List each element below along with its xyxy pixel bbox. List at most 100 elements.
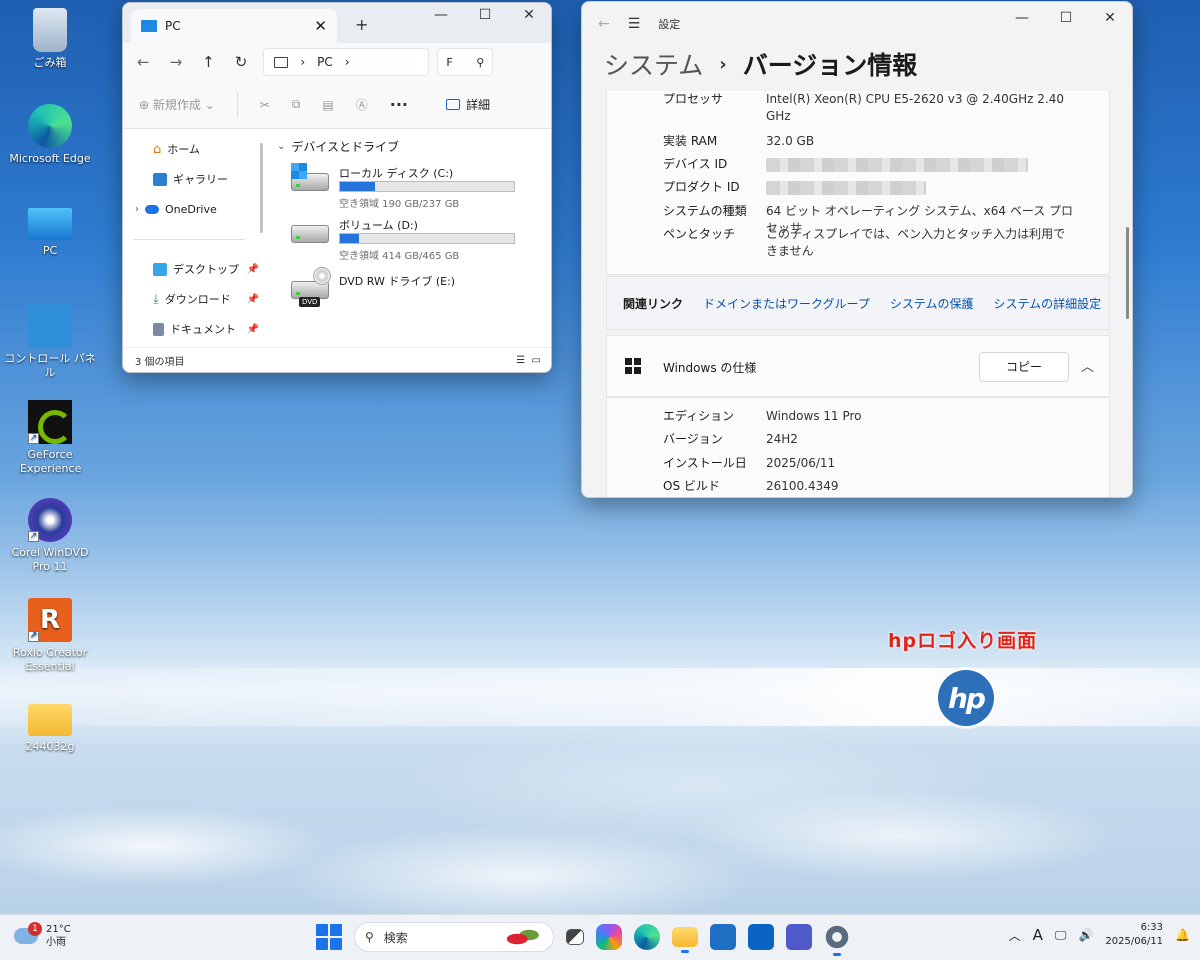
desktop-icon-label: コントロール パネル — [4, 352, 96, 379]
clock[interactable]: 6:33 2025/06/11 — [1105, 921, 1163, 949]
file-explorer-window[interactable]: PC ✕ + — ☐ ✕ ← → ↑ ↻ › PC › F ⚲ ⊕ 新規作成 ⌄ ✂… — [122, 2, 552, 373]
desktop-icon-control-panel[interactable]: コントロール パネル — [2, 304, 98, 380]
redacted-device-id — [766, 157, 1028, 172]
section-title: Windows の仕様 — [663, 361, 757, 375]
weather-temp: 21°C — [46, 924, 71, 935]
drive-item[interactable]: ボリューム (D:) 空き領域 414 GB/465 GB — [291, 215, 531, 262]
new-button[interactable]: ⊕ 新規作成 ⌄ — [139, 96, 215, 113]
item-count: 3 個の項目 — [135, 356, 185, 368]
desktop-icon-recycle-bin[interactable]: ごみ箱 — [2, 8, 98, 70]
copy-icon[interactable]: ⧉ — [292, 97, 301, 112]
drive-name: ローカル ディスク (C:) — [339, 167, 454, 180]
home-icon: ⌂ — [153, 141, 162, 157]
copilot-icon[interactable] — [596, 924, 622, 950]
ime-indicator[interactable]: A — [1033, 926, 1043, 944]
address-item[interactable]: PC — [317, 55, 333, 69]
paste-icon[interactable]: ▤ — [322, 98, 333, 112]
tiles-view-icon[interactable]: ▭ — [532, 355, 541, 366]
more-options-icon[interactable]: ··· — [390, 95, 408, 114]
annotation-text: hpロゴ入り画面 — [888, 630, 1038, 652]
sidebar-item-documents[interactable]: ドキュメント 📌 — [153, 321, 259, 337]
link-system-protection[interactable]: システムの保護 — [890, 295, 974, 312]
store-icon[interactable] — [710, 924, 736, 950]
drive-usage-fill — [340, 234, 360, 243]
scrollbar[interactable] — [260, 143, 263, 233]
close-button[interactable]: ✕ — [507, 7, 551, 23]
sidebar-item-desktop[interactable]: デスクトップ 📌 — [153, 261, 259, 277]
network-icon[interactable]: 🖵 — [1055, 928, 1067, 943]
close-tab-icon[interactable]: ✕ — [314, 17, 327, 35]
taskbar-search[interactable]: ⚲ 検索 — [354, 922, 554, 952]
settings-gear-icon[interactable] — [824, 924, 850, 956]
drive-item[interactable]: DVD DVD RW ドライブ (E:) — [291, 267, 531, 315]
shortcut-arrow-icon: ↗ — [28, 531, 39, 542]
teams-icon[interactable] — [786, 924, 812, 950]
geforce-icon: ↗ — [28, 400, 72, 444]
rename-icon[interactable]: Ⓐ — [356, 96, 368, 113]
system-tray: ︿ A 🖵 🔊 6:33 2025/06/11 🔔 — [1009, 921, 1190, 949]
status-bar: 3 個の項目 ☰ ▭ — [123, 347, 551, 372]
drive-free-space: 空き領域 414 GB/465 GB — [339, 251, 460, 262]
disc-icon — [313, 267, 331, 285]
back-arrow-icon[interactable]: ← — [598, 16, 610, 32]
chevron-up-icon[interactable]: ︿ — [1009, 927, 1021, 944]
close-button[interactable]: ✕ — [1088, 10, 1132, 26]
list-view-icon[interactable]: ☰ — [516, 355, 525, 366]
windows-spec-header[interactable]: Windows の仕様 コピー ︿ — [606, 335, 1110, 397]
sidebar-item-home[interactable]: ⌂ ホーム — [153, 141, 253, 157]
settings-window[interactable]: ← ☰ 設定 — ☐ ✕ システム › バージョン情報 プロセッサ Intel(R)… — [581, 1, 1133, 498]
outlook-icon[interactable] — [748, 924, 774, 950]
chevron-right-icon[interactable]: › — [345, 55, 350, 69]
breadcrumb[interactable]: システム — [604, 46, 703, 82]
drive-free-space: 空き領域 190 GB/237 GB — [339, 199, 460, 210]
chevron-up-icon[interactable]: ︿ — [1081, 356, 1094, 375]
maximize-button[interactable]: ☐ — [1044, 10, 1088, 26]
volume-icon[interactable]: 🔊 — [1078, 928, 1093, 942]
forward-arrow-icon[interactable]: → — [170, 53, 183, 71]
dvd-badge: DVD — [299, 297, 321, 307]
task-view-icon[interactable] — [566, 929, 584, 945]
menu-icon[interactable]: ☰ — [628, 16, 641, 32]
desktop-icon-windvd[interactable]: ↗ Corel WinDVD Pro 11 — [2, 498, 98, 574]
link-advanced-system-settings[interactable]: システムの詳細設定 — [993, 295, 1101, 312]
wallpaper-clouds — [0, 726, 1200, 916]
minimize-button[interactable]: — — [1000, 10, 1044, 26]
desktop-icon-geforce[interactable]: ↗ GeForce Experience — [2, 400, 98, 476]
minimize-button[interactable]: — — [419, 7, 463, 23]
scrollbar[interactable] — [1126, 227, 1129, 319]
hard-drive-icon — [291, 225, 329, 243]
group-header[interactable]: ⌄ デバイスとドライブ — [277, 138, 399, 155]
folder-icon — [28, 704, 72, 736]
sidebar-item-downloads[interactable]: ⤓ ダウンロード 📌 — [153, 291, 259, 307]
edge-icon[interactable] — [634, 924, 660, 950]
maximize-button[interactable]: ☐ — [463, 7, 507, 23]
new-tab-button[interactable]: + — [355, 15, 368, 34]
sidebar-item-gallery[interactable]: ギャラリー — [153, 171, 253, 187]
desktop-icon-edge[interactable]: Microsoft Edge — [2, 104, 98, 166]
search-placeholder: 検索 — [383, 930, 408, 945]
sidebar-item-onedrive[interactable]: › OneDrive — [135, 203, 235, 216]
desktop-icon-label: ごみ箱 — [33, 56, 67, 69]
details-button[interactable]: 詳細 — [446, 96, 490, 113]
search-box[interactable]: F ⚲ — [437, 48, 494, 76]
weather-condition: 小雨 — [46, 937, 66, 948]
copy-button[interactable]: コピー — [979, 352, 1069, 382]
link-domain-workgroup[interactable]: ドメインまたはワークグループ — [703, 295, 870, 312]
explorer-tab[interactable]: PC ✕ — [131, 9, 337, 43]
chevron-right-icon[interactable]: › — [135, 204, 139, 215]
desktop-icon-roxio[interactable]: R ↗ Roxio Creator Essential — [2, 598, 98, 674]
file-explorer-icon[interactable] — [672, 927, 698, 953]
drive-item[interactable]: ローカル ディスク (C:) 空き領域 190 GB/237 GB — [291, 163, 531, 210]
taskbar: 1 21°C 小雨 ⚲ 検索 ︿ A 🖵 🔊 6:33 2025/06/11 🔔 — [0, 914, 1200, 960]
up-arrow-icon[interactable]: ↑ — [202, 53, 215, 71]
refresh-icon[interactable]: ↻ — [235, 53, 248, 71]
cut-icon[interactable]: ✂ — [260, 98, 270, 112]
notification-bell-icon[interactable]: 🔔 — [1175, 928, 1190, 942]
address-bar[interactable]: › PC › — [263, 48, 430, 76]
clock-time: 6:33 — [1140, 922, 1164, 933]
desktop-icon-pc[interactable]: PC — [2, 202, 98, 258]
back-arrow-icon[interactable]: ← — [137, 53, 150, 71]
desktop-icon-folder[interactable]: 244032g — [2, 696, 98, 754]
weather-widget[interactable]: 1 21°C 小雨 — [14, 922, 71, 949]
start-button[interactable] — [316, 924, 342, 950]
